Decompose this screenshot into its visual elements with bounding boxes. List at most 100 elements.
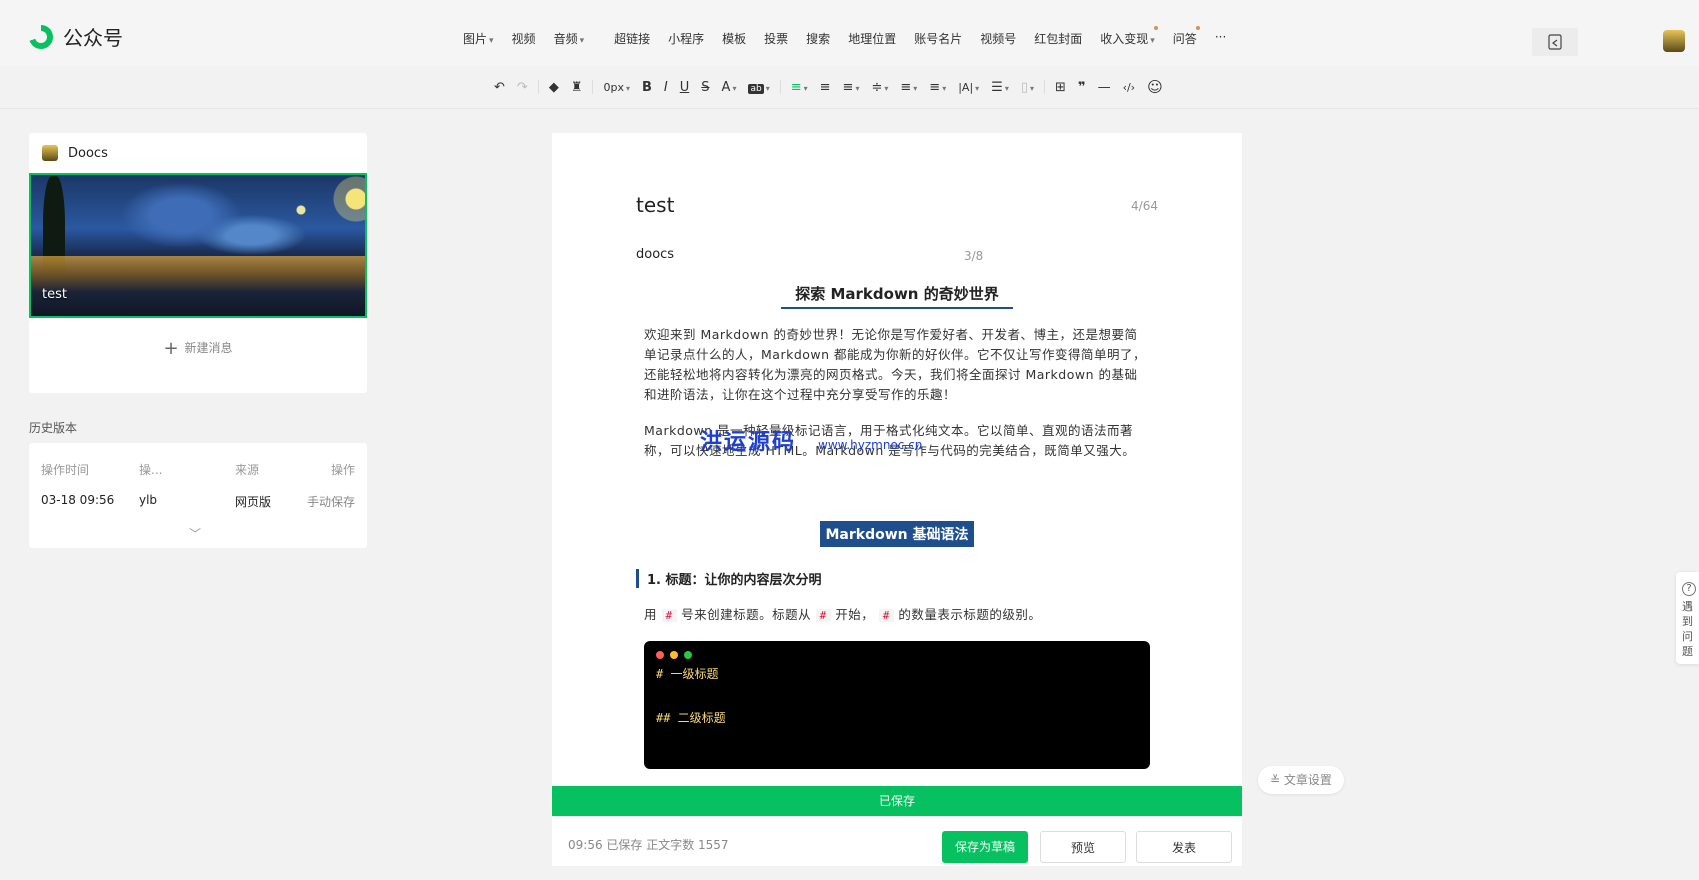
code-line: # 一级标题 — [656, 667, 719, 681]
menu-item[interactable]: 问答 — [1164, 26, 1206, 51]
margin-select[interactable]: ≡ ▾ — [923, 80, 952, 95]
title-char-count: 4/64 — [1131, 199, 1158, 213]
paragraph: 用 # 号来创建标题。标题从 # 开始， # 的数量表示标题的级别。 — [644, 604, 1150, 623]
account-avatar — [42, 145, 58, 161]
background-color-select[interactable]: ab ▾ — [742, 80, 775, 95]
background-color-icon: ab — [748, 83, 764, 94]
chevron-double-down-icon: ≚ — [1270, 773, 1281, 787]
paragraph-spacing-select[interactable]: ≡ ▾ — [894, 80, 923, 95]
menu-item-label: 音频 — [553, 32, 578, 46]
code-block: # 一级标题 ## 二级标题 — [644, 641, 1150, 769]
toolbar-divider-line — [0, 108, 1699, 109]
menu-item[interactable]: 搜索 — [797, 26, 839, 51]
code-icon[interactable]: ‹/› — [1117, 81, 1142, 94]
undo-icon[interactable]: ↶ — [488, 80, 511, 95]
align-left-icon: ≡ — [790, 79, 802, 95]
new-message-button[interactable]: + 新建消息 — [29, 338, 367, 359]
bold-icon[interactable]: B — [636, 80, 658, 95]
quote-icon[interactable]: ❞ — [1072, 80, 1092, 95]
emoji-icon[interactable]: ☺ — [1141, 78, 1169, 96]
plus-icon: + — [163, 338, 179, 359]
line-height-select[interactable]: ≑ ▾ — [865, 80, 894, 95]
cover-image-city — [31, 256, 365, 316]
menu-item[interactable]: 图片 ▾ — [454, 26, 503, 51]
wechat-logo-icon — [29, 24, 53, 49]
article-body[interactable]: 探索 Markdown 的奇妙世界 欢迎来到 Markdown 的奇妙世界！无论… — [636, 283, 1150, 769]
app-logo[interactable]: 公众号 — [29, 22, 123, 51]
menu-item[interactable]: 音频 ▾ — [545, 26, 594, 51]
list-select[interactable]: ☰ ▾ — [985, 80, 1015, 95]
mobile-preview-button[interactable] — [1532, 28, 1578, 56]
menu-item[interactable]: 地理位置 — [839, 26, 905, 51]
menu-item[interactable]: 账号名片 — [905, 26, 971, 51]
menu-item-label: 视频号 — [980, 32, 1017, 46]
account-name: Doocs — [68, 145, 108, 161]
save-draft-button[interactable]: 保存为草稿 — [942, 831, 1028, 863]
menu-item[interactable]: 视频号 — [971, 26, 1025, 51]
article-settings-button[interactable]: ≚ 文章设置 — [1258, 766, 1344, 794]
text-segment: 号来创建标题。标题从 — [681, 607, 812, 622]
format-painter-icon[interactable]: ◆ — [543, 80, 565, 95]
yellow-dot-icon — [670, 651, 678, 659]
watermark-url: www.hyzmnoc.cn — [818, 438, 923, 452]
chevron-down-icon: ▾ — [625, 83, 630, 93]
phone-preview-icon — [1548, 34, 1562, 50]
strikethrough-icon[interactable]: S — [695, 80, 715, 95]
chevron-down-icon: ▾ — [942, 83, 947, 93]
menu-item-label: 红包封面 — [1034, 32, 1083, 46]
letter-spacing-select[interactable]: |A| ▾ — [952, 80, 985, 95]
paragraph-indent-icon: ≡ — [842, 79, 854, 95]
menu-item-label: 图片 — [463, 32, 488, 46]
menu-item[interactable]: 小程序 — [659, 26, 713, 51]
margin-icon: ≡ — [929, 79, 941, 95]
inline-code: # — [815, 609, 831, 622]
align-left-select[interactable]: ≡ ▾ — [785, 80, 814, 95]
author-input[interactable]: doocs — [636, 247, 674, 262]
account-header: Doocs — [42, 145, 108, 161]
divider-icon[interactable]: — — [1092, 80, 1117, 95]
user-avatar[interactable] — [1663, 30, 1685, 52]
text-segment: 用 — [644, 607, 658, 622]
font-size-value: 0px — [603, 80, 624, 94]
menu-item-label: 投票 — [764, 32, 789, 46]
heading-3: 1. 标题：让你的内容层次分明 — [636, 569, 1150, 588]
toolbar-divider — [537, 80, 539, 94]
chevron-down-icon[interactable]: ﹀ — [189, 525, 201, 542]
menu-item[interactable]: ··· — [1206, 26, 1235, 51]
font-size-select[interactable]: 0px ▾ — [597, 80, 636, 95]
insert-menu-bar: 图片 ▾ 视频 音频 ▾ 超链接 小程序 模板 投票 搜索 地理位置 账号名片 视频号 红包封面 收入变现 ▾… — [454, 26, 1235, 51]
letter-spacing-icon: |A| — [958, 80, 974, 94]
paragraph-indent-select[interactable]: ≡ ▾ — [837, 80, 866, 95]
menu-item[interactable]: 红包封面 — [1025, 26, 1091, 51]
italic-icon[interactable]: I — [658, 80, 674, 95]
preview-button[interactable]: 预览 — [1040, 831, 1126, 863]
indent-icon[interactable]: ≡ — [814, 80, 837, 95]
history-operator: ylb — [139, 493, 158, 507]
table-icon[interactable]: ⊞ — [1049, 80, 1072, 95]
underline-icon[interactable]: U — [674, 80, 696, 95]
notification-dot — [1153, 26, 1158, 30]
heading-1-text: 探索 Markdown 的奇妙世界 — [781, 283, 1013, 309]
history-time: 03-18 09:56 — [41, 493, 115, 507]
menu-item-label: 模板 — [722, 32, 747, 46]
history-source: 网页版 — [235, 495, 272, 509]
menu-item[interactable]: 模板 — [713, 26, 755, 51]
disabled-select[interactable]: ▯ ▾ — [1015, 80, 1040, 95]
menu-item[interactable]: 视频 — [503, 26, 545, 51]
table-row[interactable]: 03-18 09:56 ylb 网页版 手动保存 — [41, 493, 355, 510]
publish-button[interactable]: 发表 — [1136, 831, 1232, 863]
font-color-select[interactable]: A ▾ — [716, 80, 743, 95]
menu-item[interactable]: 投票 — [755, 26, 797, 51]
chevron-down-icon: ▾ — [765, 83, 770, 93]
chevron-down-icon: ▾ — [489, 36, 494, 46]
clear-format-icon[interactable]: ♜ — [565, 80, 589, 95]
title-input[interactable]: test — [636, 193, 674, 217]
article-settings-label: 文章设置 — [1283, 773, 1332, 787]
menu-item-label: 搜索 — [806, 32, 831, 46]
article-cover-card[interactable]: test — [29, 173, 367, 318]
redo-icon[interactable]: ↷ — [511, 80, 534, 95]
toolbar-divider — [779, 80, 781, 94]
menu-item[interactable]: 收入变现 ▾ — [1091, 26, 1164, 51]
help-widget[interactable]: ? 遇到问题 — [1676, 572, 1699, 664]
menu-item[interactable]: 超链接 — [605, 26, 659, 51]
